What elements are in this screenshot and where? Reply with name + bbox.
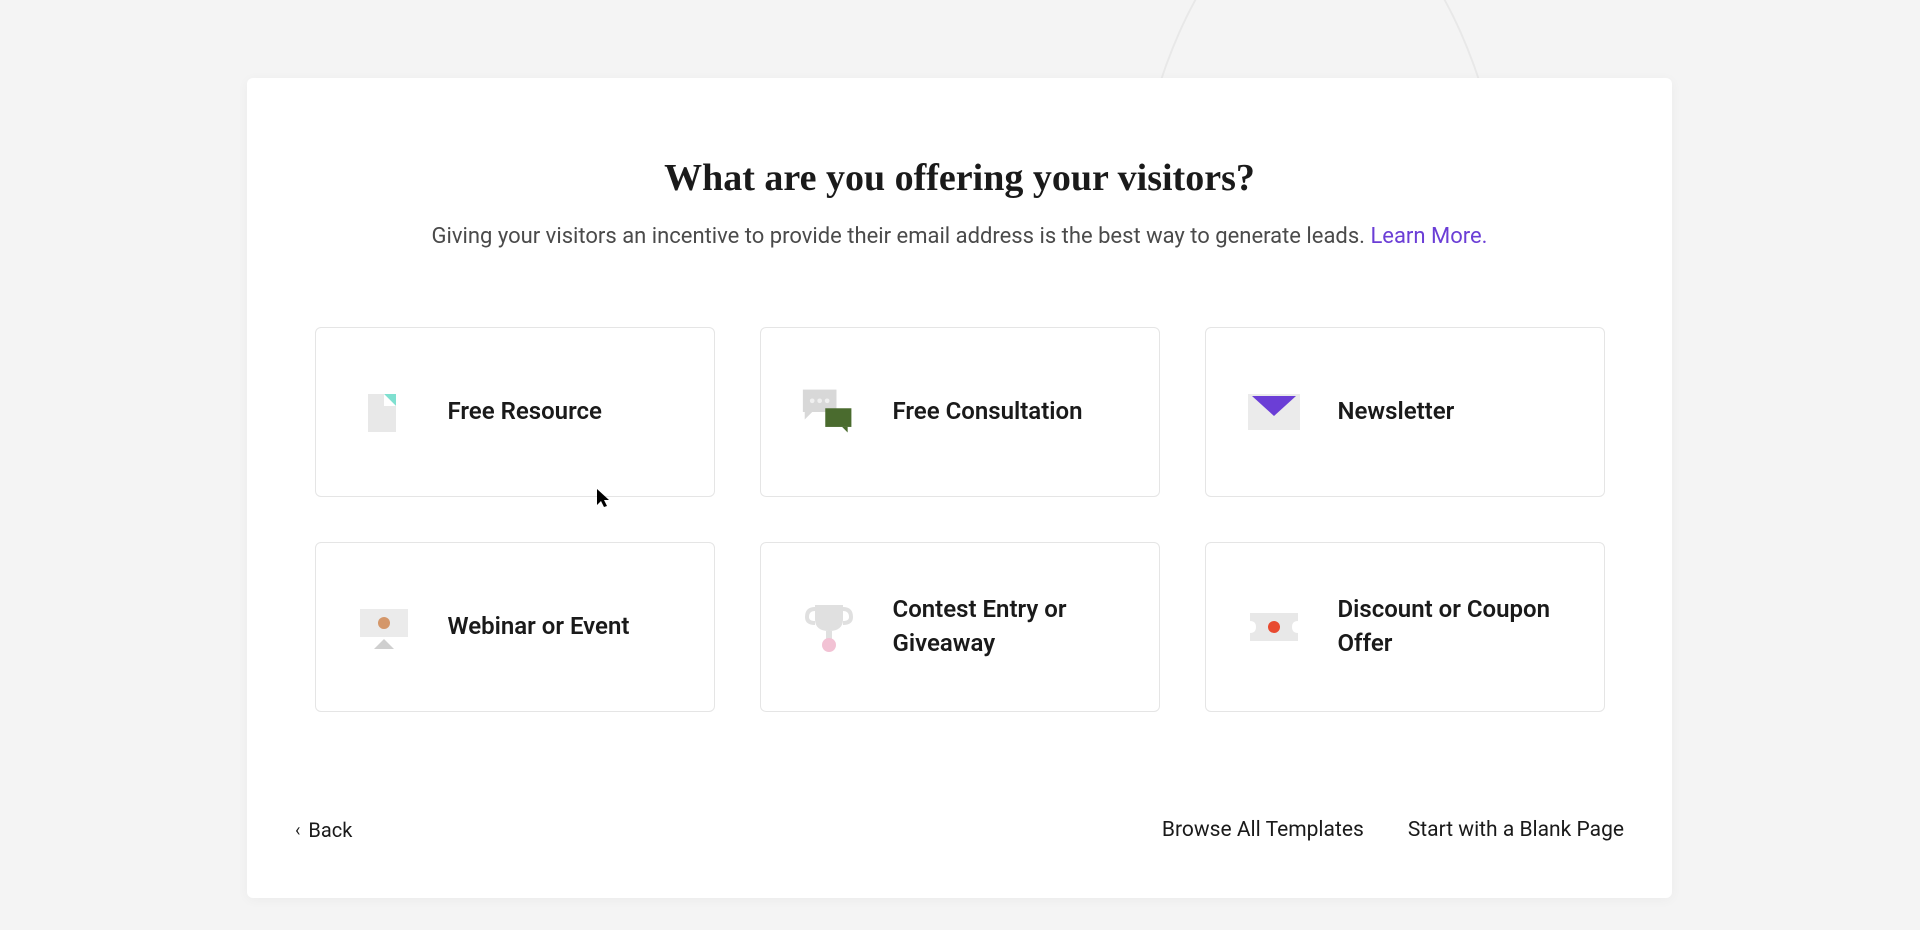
- options-grid: Free Resource Free Consultation: [247, 327, 1672, 712]
- ticket-icon: [1246, 599, 1302, 655]
- page-title: What are you offering your visitors?: [247, 156, 1672, 200]
- option-free-resource[interactable]: Free Resource: [315, 327, 715, 497]
- option-label: Free Consultation: [893, 395, 1083, 429]
- footer-actions: Browse All Templates Start with a Blank …: [1162, 818, 1624, 842]
- presentation-icon: [356, 599, 412, 655]
- wizard-modal: What are you offering your visitors? Giv…: [247, 78, 1672, 898]
- learn-more-link[interactable]: Learn More.: [1370, 224, 1487, 249]
- trophy-icon: [801, 599, 857, 655]
- browse-templates-link[interactable]: Browse All Templates: [1162, 818, 1364, 842]
- document-icon: [356, 384, 412, 440]
- modal-header: What are you offering your visitors? Giv…: [247, 78, 1672, 249]
- option-newsletter[interactable]: Newsletter: [1205, 327, 1605, 497]
- option-contest-giveaway[interactable]: Contest Entry or Giveaway: [760, 542, 1160, 712]
- option-label: Webinar or Event: [448, 610, 630, 644]
- chat-icon: [801, 384, 857, 440]
- option-label: Discount or Coupon Offer: [1338, 593, 1564, 660]
- envelope-icon: [1246, 384, 1302, 440]
- option-label: Contest Entry or Giveaway: [893, 593, 1119, 660]
- start-blank-link[interactable]: Start with a Blank Page: [1408, 818, 1624, 842]
- page-subtitle: Giving your visitors an incentive to pro…: [247, 224, 1672, 249]
- subtitle-text: Giving your visitors an incentive to pro…: [432, 224, 1371, 249]
- back-label: Back: [308, 818, 352, 842]
- back-button[interactable]: ‹ Back: [295, 818, 352, 842]
- option-free-consultation[interactable]: Free Consultation: [760, 327, 1160, 497]
- option-webinar-event[interactable]: Webinar or Event: [315, 542, 715, 712]
- chevron-left-icon: ‹: [295, 820, 300, 841]
- option-discount-coupon[interactable]: Discount or Coupon Offer: [1205, 542, 1605, 712]
- option-label: Newsletter: [1338, 395, 1455, 429]
- modal-footer: ‹ Back Browse All Templates Start with a…: [247, 818, 1672, 898]
- option-label: Free Resource: [448, 395, 602, 429]
